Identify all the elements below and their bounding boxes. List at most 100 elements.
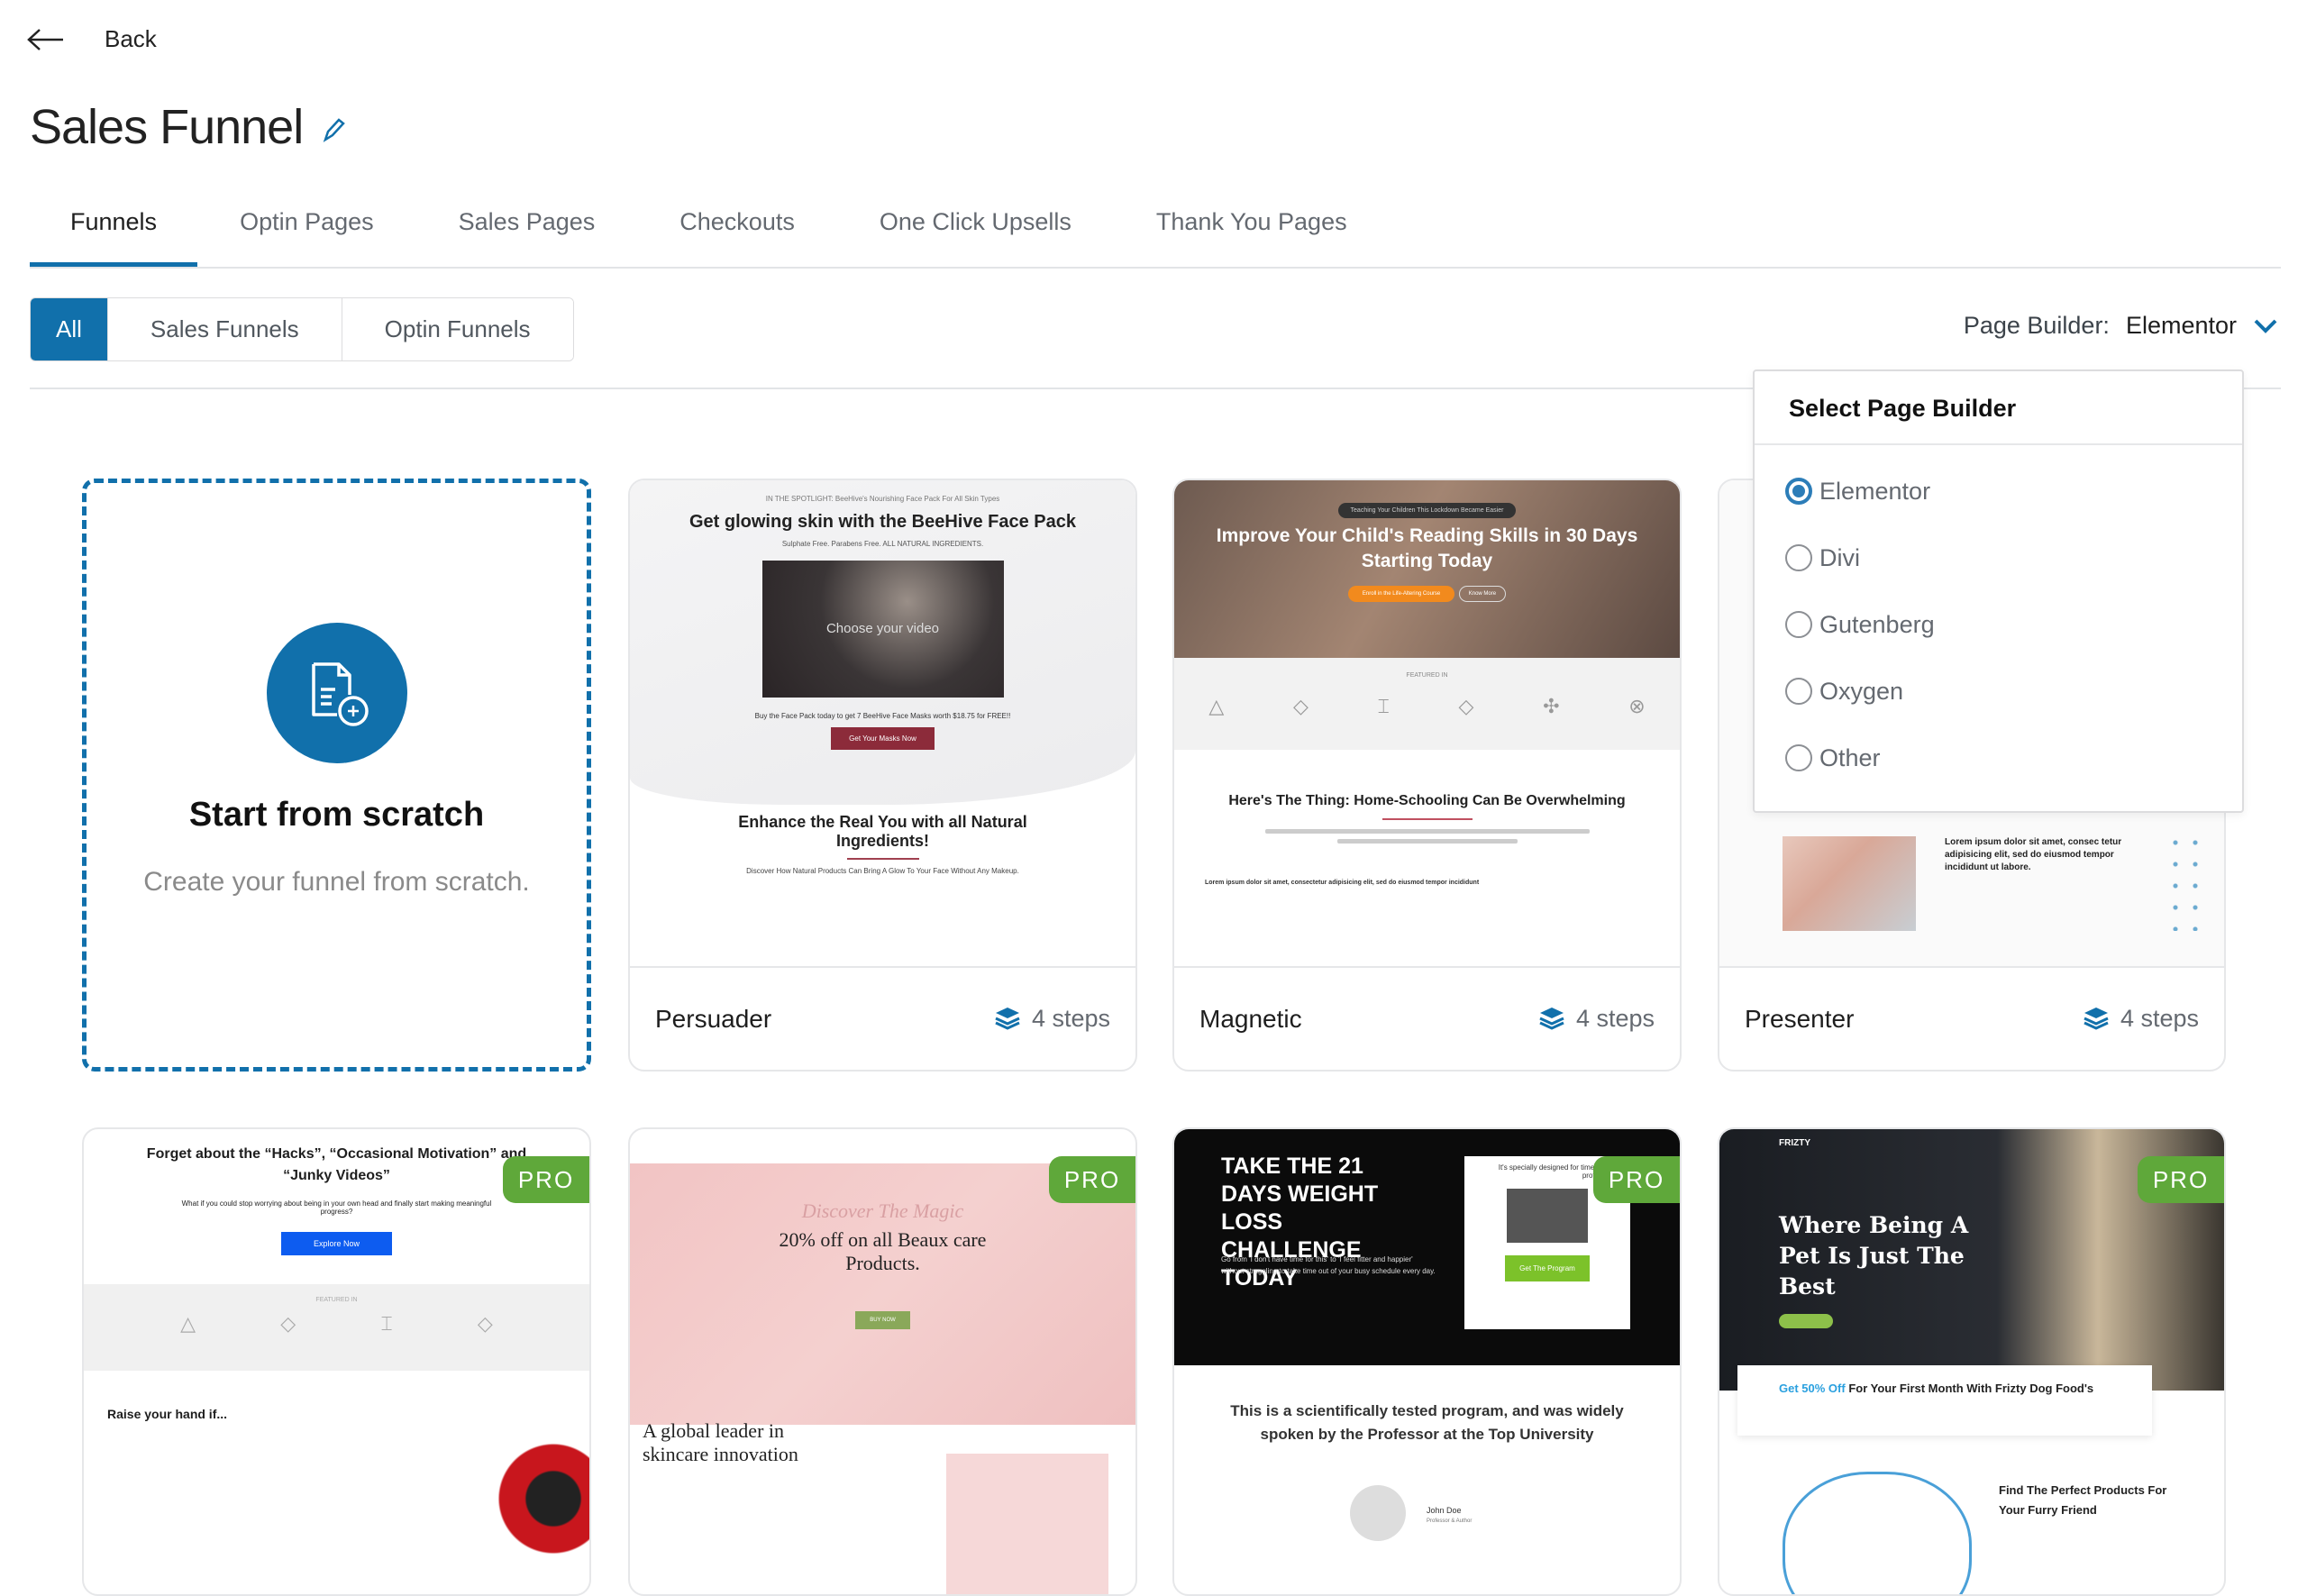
preview-headline: Here's The Thing: Home-Schooling Can Be …	[1228, 793, 1626, 808]
page-builder-dropdown: Select Page Builder Elementor Divi Guten…	[1753, 369, 2244, 813]
steps-label: 4 steps	[1575, 1005, 1655, 1032]
preview-button: Enroll in the Life-Altering Course	[1347, 586, 1455, 602]
preview-text: FRIZTY	[1779, 1138, 1810, 1148]
template-card-pro[interactable]: FRIZTY Where Being A Pet Is Just The Bes…	[1718, 1127, 2226, 1596]
layers-icon	[1539, 1007, 1564, 1030]
back-button[interactable]: Back	[27, 25, 157, 53]
template-card-pro[interactable]: Forget about the “Hacks”, “Occasional Mo…	[82, 1127, 591, 1596]
layers-icon	[995, 1007, 1020, 1030]
preview-text: Discover How Natural Products Can Bring …	[746, 867, 1019, 875]
preview-text: Teaching Your Children This Lockdown Bec…	[1337, 503, 1517, 518]
option-oxygen[interactable]: Oxygen	[1755, 658, 2242, 725]
pro-badge: PRO	[2138, 1156, 2224, 1203]
page-builder-value: Elementor	[2125, 312, 2237, 339]
card-footer: Magnetic 4 steps	[1174, 966, 1680, 1070]
option-label: Divi	[1819, 543, 1860, 571]
radio[interactable]	[1785, 611, 1812, 638]
preview-headline: This is a scientifically tested program,…	[1230, 1402, 1624, 1443]
preview-text: John Doe	[1427, 1506, 1462, 1515]
filter-sales-funnels[interactable]: Sales Funnels	[106, 298, 342, 360]
dropdown-title: Select Page Builder	[1755, 371, 2242, 445]
preview-text: What if you could stop worrying about be…	[181, 1199, 492, 1216]
tab-one-click-upsells[interactable]: One Click Upsells	[837, 200, 1114, 267]
preview-headline: 20% off on all Beaux care Products.	[779, 1228, 987, 1274]
radio[interactable]	[1785, 544, 1812, 571]
preview-button: Get Your Masks Now	[831, 727, 935, 750]
preview-text: Sulphate Free. Parabens Free. ALL NATURA…	[781, 540, 984, 548]
template-card-magnetic[interactable]: Teaching Your Children This Lockdown Bec…	[1172, 479, 1682, 1072]
pro-badge: PRO	[503, 1156, 589, 1203]
option-label: Oxygen	[1819, 677, 1904, 705]
pro-badge: PRO	[1049, 1156, 1135, 1203]
new-document-icon	[266, 623, 407, 763]
page-builder-select[interactable]: Page Builder: Elementor	[1964, 312, 2278, 340]
preview-text: Lorem ipsum dolor sit amet, consec tetur…	[1945, 837, 2122, 872]
steps-label: 4 steps	[2120, 1005, 2199, 1032]
preview-button: Get The Program	[1505, 1255, 1590, 1281]
back-label: Back	[105, 25, 157, 52]
template-name: Magnetic	[1199, 1004, 1302, 1033]
template-card-persuader[interactable]: IN THE SPOTLIGHT: BeeHive's Nourishing F…	[628, 479, 1137, 1072]
layers-icon	[2084, 1007, 2109, 1030]
preview-button: Know More	[1458, 586, 1507, 602]
preview-button: BUY NOW	[855, 1311, 910, 1329]
preview-text: Go from 'I don't have time for this' to …	[1221, 1255, 1436, 1275]
template-preview: IN THE SPOTLIGHT: BeeHive's Nourishing F…	[630, 480, 1135, 968]
preview-headline: Raise your hand if...	[107, 1407, 228, 1421]
preview-text: FEATURED IN	[315, 1297, 358, 1303]
option-gutenberg[interactable]: Gutenberg	[1755, 591, 2242, 658]
chevron-down-icon	[2254, 319, 2277, 333]
template-card-pro[interactable]: TAKE THE 21 DAYS WEIGHT LOSS CHALLENGE T…	[1172, 1127, 1682, 1596]
option-other[interactable]: Other	[1755, 725, 2242, 791]
preview-text: Lorem ipsum dolor sit amet, consectetur …	[1205, 880, 1480, 886]
filter-all[interactable]: All	[31, 298, 107, 360]
option-divi[interactable]: Divi	[1755, 524, 2242, 591]
preview-headline: Improve Your Child's Reading Skills in 3…	[1216, 525, 1638, 571]
option-elementor[interactable]: Elementor	[1755, 458, 2242, 524]
page-title: Sales Funnel	[30, 100, 304, 154]
preview-headline: Find The Perfect Products For Your Furry…	[1999, 1483, 2167, 1517]
tab-funnels[interactable]: Funnels	[30, 200, 198, 267]
steps-count: 4 steps	[1538, 1005, 1655, 1033]
funnel-type-filter: All Sales Funnels Optin Funnels	[30, 297, 574, 361]
preview-text: IN THE SPOTLIGHT: BeeHive's Nourishing F…	[765, 495, 1000, 503]
tab-sales-pages[interactable]: Sales Pages	[416, 200, 638, 267]
scratch-subtitle: Create your funnel from scratch.	[143, 867, 530, 897]
preview-headline: A global leader in skincare innovation	[643, 1419, 798, 1465]
video-placeholder: Choose your video	[761, 561, 1004, 698]
preview-headline: Get glowing skin with the BeeHive Face P…	[688, 512, 1076, 532]
card-footer: Presenter 4 steps	[1719, 966, 2224, 1070]
preview-headline: Enhance the Real You with all Natural In…	[738, 813, 1027, 850]
arrow-left-icon	[27, 28, 63, 50]
pro-badge: PRO	[1593, 1156, 1680, 1203]
template-preview: Teaching Your Children This Lockdown Bec…	[1174, 480, 1680, 968]
preview-headline: Forget about the “Hacks”, “Occasional Mo…	[146, 1146, 527, 1183]
template-name: Presenter	[1745, 1004, 1855, 1033]
filter-optin-funnels[interactable]: Optin Funnels	[341, 298, 573, 360]
scratch-title: Start from scratch	[188, 796, 485, 834]
tab-checkouts[interactable]: Checkouts	[637, 200, 837, 267]
main-tabs: Funnels Optin Pages Sales Pages Checkout…	[30, 200, 2281, 269]
preview-button: Explore Now	[280, 1232, 393, 1255]
option-label: Gutenberg	[1819, 610, 1935, 638]
tab-thank-you-pages[interactable]: Thank You Pages	[1114, 200, 1390, 267]
radio-checked[interactable]	[1785, 478, 1812, 505]
preview-text: Get 50% Off	[1779, 1382, 1846, 1395]
start-from-scratch-card[interactable]: Start from scratch Create your funnel fr…	[82, 479, 591, 1072]
option-label: Elementor	[1819, 477, 1931, 505]
card-footer: Persuader 4 steps	[630, 966, 1135, 1070]
preview-text: Professor & Author	[1427, 1518, 1473, 1524]
steps-count: 4 steps	[994, 1005, 1110, 1033]
preview-text: FEATURED IN	[1406, 672, 1448, 679]
tab-optin-pages[interactable]: Optin Pages	[197, 200, 416, 267]
preview-text: Buy the Face Pack today to get 7 BeeHive…	[754, 712, 1011, 720]
pencil-icon[interactable]	[321, 117, 346, 144]
template-name: Persuader	[655, 1004, 772, 1033]
radio[interactable]	[1785, 744, 1812, 771]
steps-count: 4 steps	[2083, 1005, 2199, 1033]
radio[interactable]	[1785, 678, 1812, 705]
page-builder-label: Page Builder:	[1963, 312, 2110, 339]
preview-headline: Where Being A Pet Is Just The Best	[1779, 1212, 1969, 1300]
template-card-pro[interactable]: Discover The Magic 20% off on all Beaux …	[628, 1127, 1137, 1596]
option-label: Other	[1819, 743, 1881, 771]
